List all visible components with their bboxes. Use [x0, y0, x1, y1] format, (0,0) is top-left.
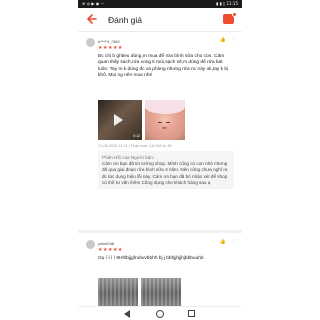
avatar[interactable]: [86, 240, 95, 249]
review-meta: 21-08-2020 11:31 | Phân loại: Cái 300 m.…: [98, 144, 172, 148]
header: Đánh giá: [78, 8, 242, 32]
baby-eye-right: [166, 122, 170, 123]
review-photo-thumbnail[interactable]: [145, 100, 185, 140]
screenshot-frame: ≋ ◎ ▶ ◉ ··· ▮ ▮ ▯ 11:15 Đánh giá h*****t…: [0, 0, 320, 320]
review-photo-thumbnail[interactable]: [98, 278, 138, 308]
seller-reply-title: Phản Hồi của Người bán:: [102, 155, 155, 160]
rating-stars: ★★★★★: [98, 45, 123, 51]
chat-badge: [232, 12, 237, 17]
review-text: Bc chị b ghtieu dùng,m mua để rửa bình s…: [98, 54, 229, 79]
back-arrow-icon[interactable]: [86, 13, 98, 25]
review-divider: [78, 230, 242, 233]
play-icon[interactable]: [114, 114, 123, 126]
baby-eye-left: [158, 122, 162, 123]
review-text: Gụ ì ì ì ì 9Hhlbjjgfrubvvbbhh bj j bbhjj…: [98, 256, 204, 261]
video-duration: 0:12: [133, 134, 140, 138]
reviewer-username: h*****t_*369: [98, 39, 120, 44]
seller-reply-text: Cảm ơn bạn đã tin tưởng shop. Mình cũng …: [102, 161, 228, 185]
baby-cap: [145, 100, 185, 114]
status-left: ≋ ◎ ▶ ◉ ···: [82, 1, 105, 6]
seller-reply: Phản Hồi của Người bán: Cảm ơn bạn đã ti…: [98, 151, 234, 190]
review-video-thumbnail[interactable]: 0:12: [98, 100, 142, 140]
avatar[interactable]: [86, 38, 95, 47]
page-title: Đánh giá: [108, 15, 143, 25]
baby-mouth: [162, 127, 167, 129]
like-icon[interactable]: 👍: [220, 37, 226, 43]
baby-face: [155, 116, 173, 132]
nav-recent-icon[interactable]: [188, 310, 195, 317]
phone-screen: ≋ ◎ ▶ ◉ ··· ▮ ▮ ▯ 11:15 Đánh giá h*****t…: [78, 0, 242, 320]
review-photo-thumbnail[interactable]: [141, 278, 181, 308]
bottle-photo: [98, 278, 138, 308]
status-bar: ≋ ◎ ▶ ◉ ··· ▮ ▮ ▯ 11:15: [78, 0, 242, 8]
more-icon[interactable]: ⋮: [231, 37, 236, 43]
nav-home-icon[interactable]: [156, 310, 164, 318]
reviewer-username: yokei246: [98, 241, 115, 246]
more-icon[interactable]: ⋮: [231, 239, 236, 245]
like-icon[interactable]: 👍: [220, 239, 226, 245]
status-right: ▮ ▮ ▯ 11:15: [216, 1, 238, 6]
system-nav-bar: [78, 306, 242, 320]
nav-back-icon[interactable]: [124, 310, 130, 318]
bottle-photo: [141, 278, 181, 308]
rating-stars: ★★★★★: [98, 247, 123, 253]
